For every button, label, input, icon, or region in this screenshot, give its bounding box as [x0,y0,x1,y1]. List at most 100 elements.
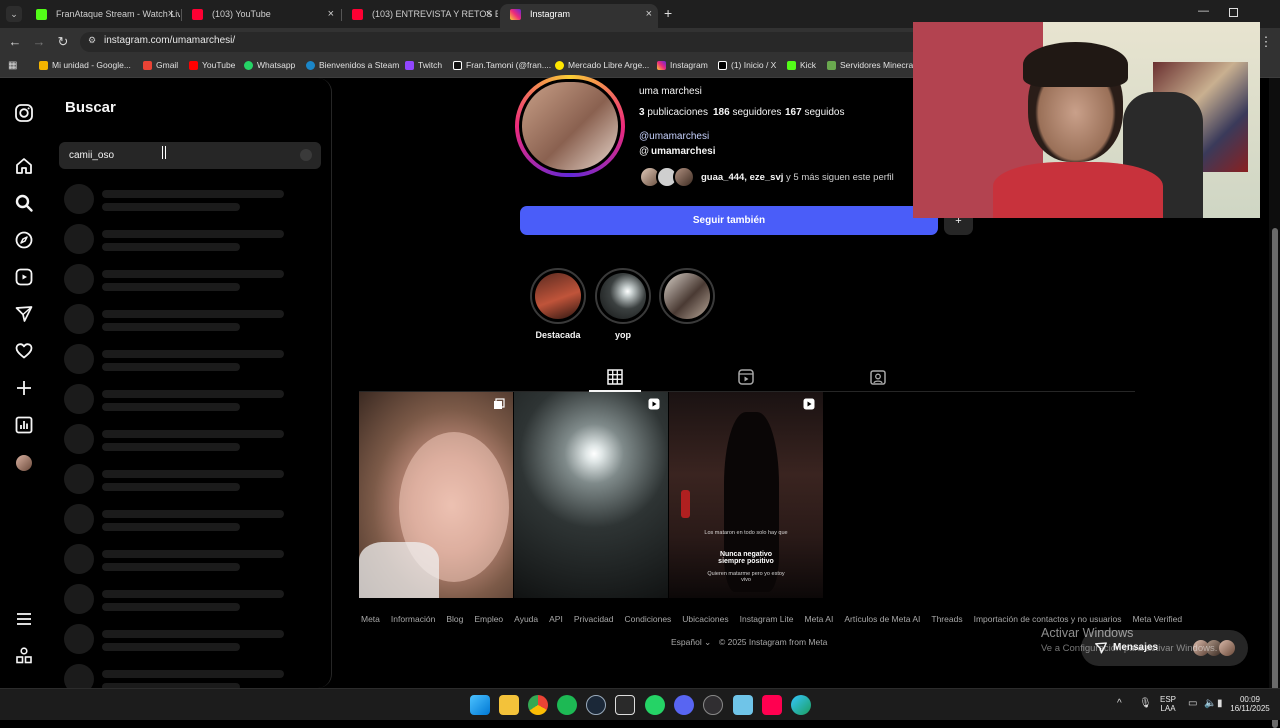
steam-icon[interactable] [586,695,606,715]
more-menu-icon[interactable] [14,609,34,629]
bookmark-whatsapp[interactable]: Whatsapp [244,60,295,70]
bookmark-instagram[interactable]: Instagram [657,60,708,70]
obs-icon[interactable] [703,695,723,715]
instagram-logo-icon[interactable] [14,103,34,123]
tab-close-icon[interactable]: × [486,4,492,24]
profile-avatar[interactable] [16,455,32,471]
dashboard-chart-icon[interactable] [14,415,34,435]
footer-link[interactable]: Artículos de Meta AI [844,614,920,624]
footer-link[interactable]: Instagram Lite [740,614,794,624]
tagged-tab-icon[interactable] [869,368,887,386]
story-highlight[interactable] [530,268,586,324]
microphone-icon[interactable]: 🎙 [1139,698,1152,709]
story-highlight[interactable] [659,268,715,324]
bookmark-youtube[interactable]: YouTube [189,60,235,70]
browser-tab-instagram[interactable]: Instagram × [500,4,658,28]
threads-handle-link[interactable]: umamarchesi [651,146,715,157]
edge-icon[interactable] [791,695,811,715]
footer-link[interactable]: Threads [931,614,962,624]
back-arrow-icon[interactable]: ← [7,34,23,50]
placeholder-avatar [64,264,94,294]
search-input[interactable] [59,142,321,169]
tab-close-icon[interactable]: × [646,4,652,24]
bookmark-mercadolibre[interactable]: Mercado Libre Arge... [555,60,649,70]
bookmark-tiktok[interactable]: Fran.Tamoni (@fran.... [453,60,551,70]
footer-link[interactable]: Importación de contactos y no usuarios [974,614,1122,624]
reels-icon[interactable] [14,267,34,287]
profile-picture-story-ring[interactable] [515,75,625,177]
story-highlight[interactable] [595,268,651,324]
tray-chevron-up-icon[interactable]: ^ [1117,698,1122,709]
windows-start-icon[interactable] [470,695,490,715]
scrollbar-thumb[interactable] [1272,228,1278,728]
discord-icon[interactable] [674,695,694,715]
apps-grid-icon[interactable]: ▦ [8,60,17,71]
explore-compass-icon[interactable] [14,230,34,250]
keyboard-language[interactable]: ESP LAA [1158,695,1178,713]
bookmark-google-drive[interactable]: Mi unidad - Google... [39,60,131,70]
messages-paper-plane-icon[interactable] [14,304,34,324]
new-tab-button[interactable]: + [664,5,672,21]
bookmark-steam[interactable]: Bienvenidos a Steam [306,60,399,70]
window-restore-button[interactable] [1229,8,1238,17]
post-thumbnail[interactable] [514,392,668,598]
footer-link[interactable]: Ubicaciones [682,614,728,624]
volume-icon[interactable]: 🔈 [1204,698,1216,709]
browser-tab-youtube-video[interactable]: (103) ENTREVISTA Y RETOS EN × [342,4,498,28]
browser-tab-youtube[interactable]: (103) YouTube × [182,4,340,28]
reels-tab-icon[interactable] [737,368,755,386]
reload-icon[interactable]: ↻ [55,34,71,50]
clock[interactable]: 00:09 16/11/2025 [1225,695,1275,713]
footer-link[interactable]: Meta Verified [1132,614,1182,624]
footer-link[interactable]: Meta AI [804,614,833,624]
footer-link[interactable]: Privacidad [574,614,614,624]
battery-icon[interactable]: ▮ [1217,698,1223,709]
url-text[interactable]: instagram.com/umamarchesi/ [104,35,235,46]
followed-by-text[interactable]: guaa_444, eze_svj y 5 más siguen este pe… [701,172,894,183]
language-selector[interactable]: Español ⌄ [671,637,711,648]
bookmark-x[interactable]: (1) Inicio / X [718,60,776,70]
spotify-icon[interactable] [557,695,577,715]
window-minimize-button[interactable]: — [1198,5,1209,17]
whatsapp-icon[interactable] [645,695,665,715]
tab-close-icon[interactable]: × [328,4,334,24]
browser-menu-icon[interactable]: ⋮ [1258,34,1274,50]
file-explorer-icon[interactable] [499,695,519,715]
tab-search-button[interactable]: ⌄ [6,6,22,22]
follow-back-button[interactable]: Seguir también [520,206,938,235]
bookmark-gmail[interactable]: Gmail [143,60,178,70]
network-icon[interactable]: ▭ [1188,698,1197,709]
page-scrollbar[interactable] [1269,78,1280,728]
bookmark-kick[interactable]: Kick [787,60,816,70]
footer-link[interactable]: Información [391,614,435,624]
meta-apps-icon[interactable] [14,646,34,666]
posts-grid-icon[interactable] [606,368,624,386]
footer-link[interactable]: API [549,614,563,624]
following-count[interactable]: 167 seguidos [785,107,845,118]
post-thumbnail[interactable] [359,392,513,598]
footer-link[interactable]: Ayuda [514,614,538,624]
chrome-icon[interactable] [528,695,548,715]
home-icon[interactable] [14,156,34,176]
site-info-icon[interactable]: ⚙ [88,35,96,46]
tiktok-icon[interactable] [762,695,782,715]
forward-arrow-icon[interactable]: → [31,34,47,50]
footer-link[interactable]: Blog [446,614,463,624]
footer-link[interactable]: Empleo [474,614,503,624]
notifications-heart-icon[interactable] [14,341,34,361]
search-icon[interactable] [14,193,34,213]
profile-handle-link[interactable]: @umamarchesi [639,131,709,142]
post-thumbnail[interactable]: Los mataron en todo solo hay que Nunca n… [669,392,823,598]
bookmark-minecraft-servers[interactable]: Servidores Minecraf... [827,60,923,70]
epic-games-icon[interactable] [615,695,635,715]
bookmark-twitch[interactable]: Twitch [405,60,442,70]
create-plus-icon[interactable] [14,378,34,398]
clear-search-icon[interactable] [300,149,312,161]
browser-tab-kick[interactable]: FranAtaque Stream - Watch Liv × [26,4,180,28]
footer-link[interactable]: Meta [361,614,380,624]
footer-link[interactable]: Condiciones [625,614,672,624]
notepad-icon[interactable] [733,695,753,715]
tab-close-icon[interactable]: × [168,4,174,24]
followers-count[interactable]: 186 seguidores [713,107,781,118]
mutual-follower-avatar[interactable] [673,166,695,188]
